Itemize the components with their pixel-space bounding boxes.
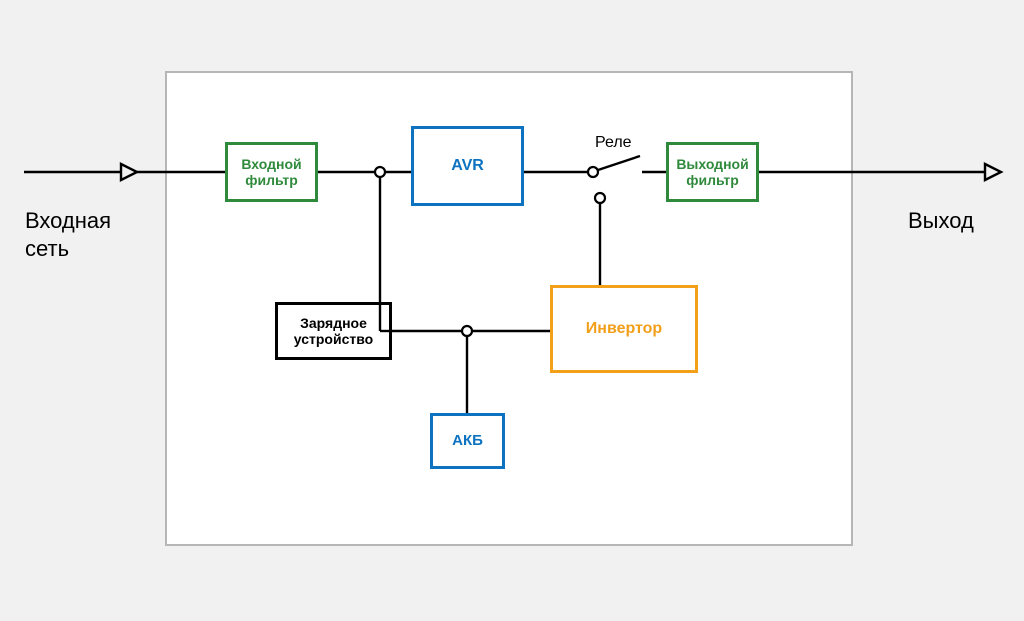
- block-avr-text: AVR: [451, 157, 484, 175]
- block-input-filter-text: Входной фильтр: [234, 156, 309, 188]
- block-battery-text: АКБ: [452, 432, 483, 449]
- block-inverter: Инвертор: [550, 285, 698, 373]
- block-output-filter-text: Выходной фильтр: [675, 156, 750, 188]
- arrow-output: [985, 164, 1001, 180]
- output-label: Выход: [908, 207, 974, 235]
- block-charger-text: Зарядное устройство: [284, 315, 383, 347]
- diagram-stage: Входная сеть Выход Реле Входной фильтр A…: [0, 0, 1024, 621]
- arrow-input: [121, 164, 137, 180]
- block-input-filter: Входной фильтр: [225, 142, 318, 202]
- block-battery: АКБ: [430, 413, 505, 469]
- block-inverter-text: Инвертор: [586, 320, 662, 338]
- relay-label: Реле: [595, 133, 632, 153]
- input-label: Входная сеть: [25, 207, 111, 262]
- block-output-filter: Выходной фильтр: [666, 142, 759, 202]
- block-charger: Зарядное устройство: [275, 302, 392, 360]
- block-avr: AVR: [411, 126, 524, 206]
